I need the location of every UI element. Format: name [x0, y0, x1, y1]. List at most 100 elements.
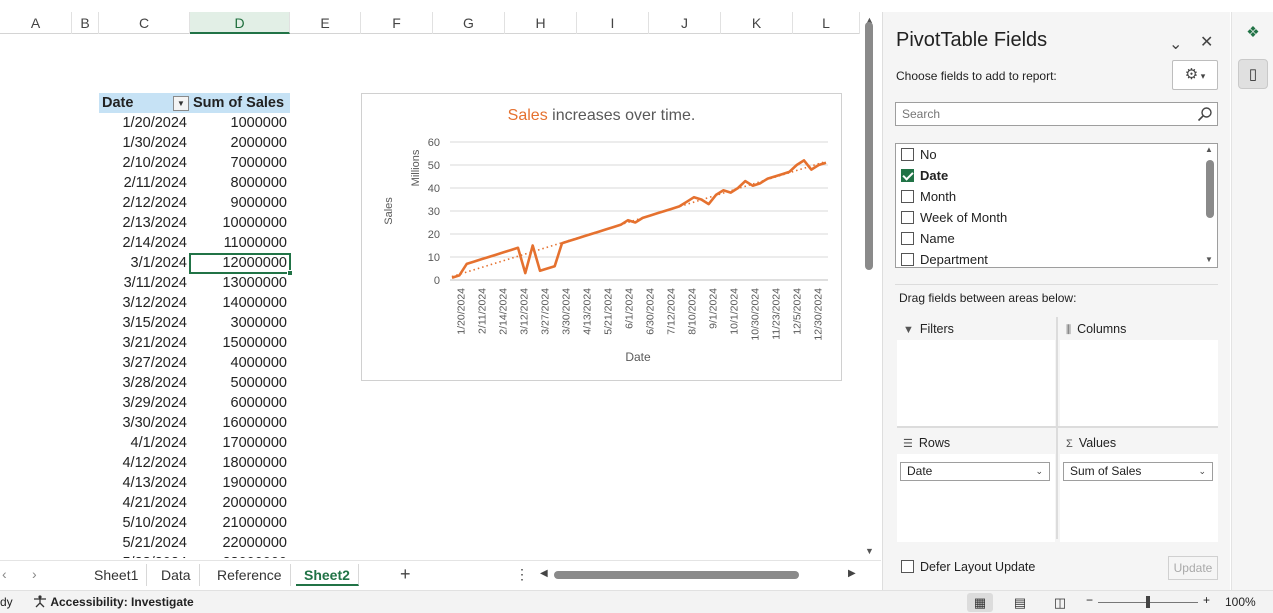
field-list-scrollbar[interactable]: ▲ ▼: [1203, 144, 1217, 267]
pivot-row-date[interactable]: 2/14/2024: [99, 233, 190, 253]
vertical-scroll-thumb[interactable]: [865, 22, 873, 270]
pivot-row-date[interactable]: 2/12/2024: [99, 193, 190, 213]
pivot-row-date[interactable]: 4/21/2024: [99, 493, 190, 513]
column-header-c[interactable]: C: [99, 12, 190, 34]
pivot-row-date[interactable]: 3/28/2024: [99, 373, 190, 393]
pivot-row-date[interactable]: 3/21/2024: [99, 333, 190, 353]
pivot-row-sales[interactable]: 16000000: [190, 413, 290, 433]
pivot-row-date[interactable]: 2/10/2024: [99, 153, 190, 173]
pivot-row-sales[interactable]: 6000000: [190, 393, 290, 413]
field-checkbox[interactable]: [901, 190, 914, 203]
field-item-no[interactable]: No: [901, 145, 937, 165]
pivot-row-date[interactable]: 3/1/2024: [99, 253, 190, 273]
pivot-row-sales[interactable]: 2000000: [190, 133, 290, 153]
close-icon[interactable]: ✕: [1200, 32, 1213, 52]
pivot-row-sales[interactable]: 22000000: [190, 533, 290, 553]
pivot-row-sales[interactable]: 15000000: [190, 333, 290, 353]
pivot-row-date[interactable]: 5/21/2024: [99, 533, 190, 553]
defer-layout-update[interactable]: Defer Layout Update: [901, 560, 1035, 574]
pivot-header-sum-of-sales[interactable]: Sum of Sales: [190, 93, 290, 113]
column-header-h[interactable]: H: [505, 12, 577, 34]
zoom-in-icon[interactable]: +: [1203, 593, 1210, 607]
pivot-row-sales[interactable]: 14000000: [190, 293, 290, 313]
field-search[interactable]: [895, 102, 1218, 126]
scroll-left-arrow[interactable]: ◀: [540, 568, 548, 579]
pivot-row-date[interactable]: 1/20/2024: [99, 113, 190, 133]
pivot-row-date[interactable]: 5/10/2024: [99, 513, 190, 533]
field-checkbox[interactable]: [901, 148, 914, 161]
pivot-row-date[interactable]: 5/28/2024: [99, 553, 190, 558]
pivot-row-date[interactable]: 3/12/2024: [99, 293, 190, 313]
values-drop-zone[interactable]: Sum of Sales ⌄: [1060, 454, 1218, 542]
pivot-row-sales[interactable]: 19000000: [190, 473, 290, 493]
pivot-row-sales[interactable]: 7000000: [190, 153, 290, 173]
column-header-f[interactable]: F: [361, 12, 433, 34]
update-button[interactable]: Update: [1168, 556, 1218, 580]
columns-drop-zone[interactable]: [1060, 340, 1218, 428]
column-header-b[interactable]: B: [72, 12, 99, 34]
pivot-row-date[interactable]: 4/12/2024: [99, 453, 190, 473]
pivot-row-sales[interactable]: 10000000: [190, 213, 290, 233]
sheet-tab-reference[interactable]: Reference: [209, 564, 291, 586]
pivot-row-sales[interactable]: 21000000: [190, 513, 290, 533]
area-divider-horizontal[interactable]: [897, 426, 1218, 428]
field-list-settings-button[interactable]: ⚙ ▾: [1172, 60, 1218, 90]
add-sheet-icon[interactable]: +: [400, 564, 411, 585]
pivot-row-date[interactable]: 3/11/2024: [99, 273, 190, 293]
horizontal-scroll-thumb[interactable]: [554, 571, 799, 579]
chevron-down-icon[interactable]: ⌄: [1035, 463, 1043, 480]
field-item-date[interactable]: Date: [901, 166, 948, 186]
sheet-tab-sheet2[interactable]: Sheet2: [296, 564, 359, 586]
pivot-row-sales[interactable]: 3000000: [190, 313, 290, 333]
horizontal-scrollbar[interactable]: ◀ ▶: [540, 568, 858, 582]
normal-view-icon[interactable]: ▦: [967, 593, 993, 612]
pivot-row-sales[interactable]: 9000000: [190, 193, 290, 213]
column-header-a[interactable]: A: [0, 12, 72, 34]
search-input[interactable]: [896, 103, 1186, 125]
pivot-row-sales[interactable]: 18000000: [190, 453, 290, 473]
column-header-d[interactable]: D: [190, 12, 290, 34]
column-header-i[interactable]: I: [577, 12, 649, 34]
pivot-row-sales[interactable]: 4000000: [190, 353, 290, 373]
field-item-month[interactable]: Month: [901, 187, 956, 207]
pivot-row-sales[interactable]: 17000000: [190, 433, 290, 453]
fill-handle[interactable]: [287, 270, 293, 276]
area-divider-vertical[interactable]: [1056, 317, 1058, 539]
column-header-l[interactable]: L: [793, 12, 860, 34]
rows-drop-zone[interactable]: Date ⌄: [897, 454, 1055, 542]
chevron-down-icon[interactable]: ⌄: [1198, 463, 1206, 480]
field-list-scroll-thumb[interactable]: [1206, 160, 1214, 218]
worksheet-grid[interactable]: ABCDEFGHIJKL Date Sum of Sales 1/20/2024 10…: [0, 0, 860, 558]
row-label-filter-button[interactable]: ▼: [173, 96, 189, 111]
sheet-tab-data[interactable]: Data: [153, 564, 200, 586]
column-header-j[interactable]: J: [649, 12, 721, 34]
column-header-g[interactable]: G: [433, 12, 505, 34]
accessibility-status[interactable]: Accessibility: Investigate: [33, 595, 194, 609]
pivot-row-date[interactable]: 4/13/2024: [99, 473, 190, 493]
field-checkbox[interactable]: [901, 232, 914, 245]
field-list-icon[interactable]: ▯: [1238, 59, 1268, 89]
pane-options-chevron-icon[interactable]: ⌄: [1169, 34, 1182, 54]
rows-field-date[interactable]: Date ⌄: [900, 462, 1050, 481]
pivot-row-date[interactable]: 3/27/2024: [99, 353, 190, 373]
column-header-e[interactable]: E: [290, 12, 361, 34]
pivot-row-date[interactable]: 3/30/2024: [99, 413, 190, 433]
search-icon[interactable]: [1197, 106, 1213, 122]
zoom-level[interactable]: 100%: [1225, 595, 1256, 609]
page-layout-view-icon[interactable]: ▤: [1007, 593, 1033, 612]
vertical-scrollbar[interactable]: ▲ ▼: [861, 12, 881, 560]
scroll-down-arrow[interactable]: ▼: [865, 546, 874, 556]
zoom-out-icon[interactable]: −: [1086, 593, 1093, 607]
column-header-k[interactable]: K: [721, 12, 793, 34]
field-item-week-of-month[interactable]: Week of Month: [901, 208, 1007, 228]
pivot-row-sales[interactable]: 1000000: [190, 113, 290, 133]
more-options-icon[interactable]: ⋮: [515, 566, 529, 583]
pivot-row-date[interactable]: 2/13/2024: [99, 213, 190, 233]
pivot-row-sales[interactable]: 11000000: [190, 233, 290, 253]
field-item-name[interactable]: Name: [901, 229, 955, 249]
pivot-row-date[interactable]: 3/29/2024: [99, 393, 190, 413]
copilot-icon[interactable]: ❖: [1238, 18, 1268, 48]
filters-drop-zone[interactable]: [897, 340, 1055, 428]
field-item-department[interactable]: Department: [901, 250, 988, 267]
pivot-row-date[interactable]: 3/15/2024: [99, 313, 190, 333]
